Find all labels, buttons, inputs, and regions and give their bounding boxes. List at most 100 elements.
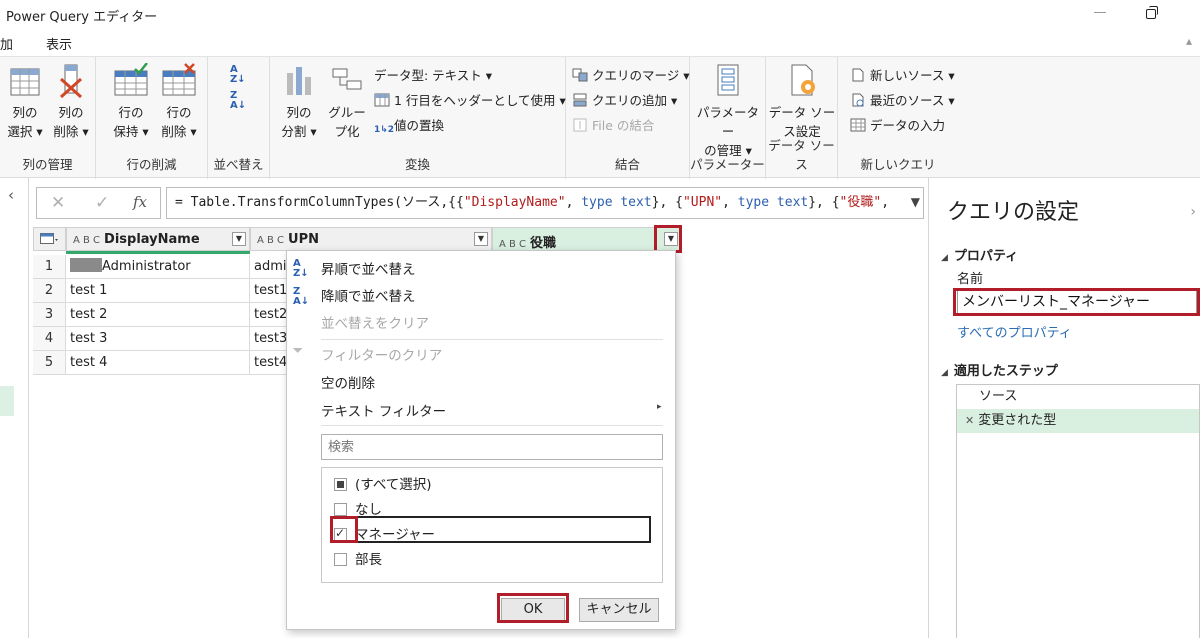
selected-query-marker xyxy=(0,386,14,416)
filter-dropdown-upn[interactable]: ▼ xyxy=(474,232,488,246)
remove-columns-button[interactable]: 列の 削除 ▾ xyxy=(50,63,92,141)
properties-header[interactable]: ◢ プロパティ xyxy=(941,245,1018,264)
applied-steps-list: ソース ✕ 変更された型 xyxy=(956,384,1200,638)
sort-ascending-icon: A Z↓ xyxy=(230,64,246,85)
filter-dropdown-role[interactable]: ▼ xyxy=(664,232,678,246)
formula-bar: ✕ ✓ fx = Table.TransformColumnTypes(ソース,… xyxy=(36,187,926,219)
expand-queries-icon[interactable]: ‹ xyxy=(8,186,14,204)
column-header-displayname[interactable]: A B C DisplayName ▼ xyxy=(66,227,250,251)
menu-clear-sort[interactable]: 並べ替えをクリア xyxy=(321,312,429,332)
keep-rows-button[interactable]: 行の 保持 ▾ xyxy=(110,62,152,141)
data-source-settings-button[interactable]: データ ソー ス設定 xyxy=(768,63,836,141)
menu-separator xyxy=(321,339,663,340)
parameters-icon xyxy=(710,63,746,99)
combine-files-icon xyxy=(572,118,588,132)
step-source[interactable]: ソース xyxy=(957,385,1199,409)
collapse-settings-icon[interactable]: › xyxy=(1190,204,1196,220)
cancel-icon[interactable]: ✕ xyxy=(51,193,65,213)
combine-files-button[interactable]: File の結合 xyxy=(572,115,654,134)
query-name-input[interactable]: メンバーリスト_マネージャー xyxy=(957,290,1197,314)
commit-icon[interactable]: ✓ xyxy=(95,193,109,213)
sort-ascending-button[interactable]: A Z↓ xyxy=(230,65,246,85)
menu-remove-empty[interactable]: 空の削除 xyxy=(321,372,375,392)
ok-button[interactable]: OK xyxy=(501,598,565,622)
group-combine: クエリのマージ ▾ クエリの追加 ▾ File の結合 結合 xyxy=(566,57,690,179)
column-header-upn[interactable]: A B C UPN ▼ xyxy=(250,227,492,251)
cell-displayname[interactable]: test 2 xyxy=(66,303,250,327)
redacted-block xyxy=(70,258,102,272)
menu-sort-ascending[interactable]: 昇順で並べ替え xyxy=(321,258,416,278)
split-column-button[interactable]: 列の 分割 ▾ xyxy=(278,63,320,141)
sort-descending-button[interactable]: Z A↓ xyxy=(230,91,246,111)
merge-queries-button[interactable]: クエリのマージ ▾ xyxy=(572,65,690,84)
fx-icon[interactable]: fx xyxy=(133,193,147,211)
checkbox[interactable] xyxy=(334,553,347,566)
group-new-query: 新しいソース ▾ 最近のソース ▾ データの入力 新しいクエリ xyxy=(838,57,958,179)
menu-separator xyxy=(321,425,663,426)
formula-input[interactable]: = Table.TransformColumnTypes(ソース,{{"Disp… xyxy=(166,187,924,219)
column-header-role[interactable]: A B C 役職 ▼ xyxy=(492,227,682,251)
tab-add-column[interactable]: 加 xyxy=(0,34,13,53)
minimize-button[interactable] xyxy=(1094,12,1106,13)
table-menu-button[interactable] xyxy=(33,227,66,251)
menu-clear-filter[interactable]: フィルターのクリア xyxy=(321,344,442,364)
group-parameters: パラメーター の管理 ▾ パラメーター xyxy=(690,57,766,179)
remove-rows-button[interactable]: 行の 削除 ▾ xyxy=(158,63,200,141)
data-type-button[interactable]: データ型: テキスト ▾ xyxy=(374,65,492,84)
recent-sources-button[interactable]: 最近のソース ▾ xyxy=(850,90,955,109)
new-source-button[interactable]: 新しいソース ▾ xyxy=(850,65,955,84)
collapse-triangle-icon: ◢ xyxy=(941,368,948,378)
cell-displayname[interactable]: test 4 xyxy=(66,351,250,375)
manage-parameters-button[interactable]: パラメーター の管理 ▾ xyxy=(692,63,764,160)
remove-rows-icon xyxy=(161,63,197,99)
cell-displayname[interactable]: Administrator xyxy=(66,255,250,279)
expand-formula-icon[interactable]: ▼ xyxy=(911,195,920,209)
filter-dropdown-displayname[interactable]: ▼ xyxy=(232,232,246,246)
use-first-row-button[interactable]: 1 行目をヘッダーとして使用 ▾ xyxy=(374,90,566,109)
choose-columns-button[interactable]: 列の 選択 ▾ xyxy=(4,63,46,141)
replace-values-button[interactable]: 1↳2値の置換 xyxy=(374,115,444,139)
append-queries-button[interactable]: クエリの追加 ▾ xyxy=(572,90,677,109)
sort-ascending-icon: A Z↓ xyxy=(293,258,309,279)
menu-text-filters[interactable]: テキスト フィルター xyxy=(321,400,446,420)
keep-rows-icon xyxy=(113,62,149,99)
cell-upn[interactable]: test2 xyxy=(250,303,290,327)
cell-displayname[interactable]: test 1 xyxy=(66,279,250,303)
cell-displayname[interactable]: test 3 xyxy=(66,327,250,351)
all-properties-link[interactable]: すべてのプロパティ xyxy=(957,322,1072,341)
value-none[interactable]: なし xyxy=(334,498,382,518)
menu-sort-descending[interactable]: 降順で並べ替え xyxy=(321,285,416,305)
restore-button[interactable] xyxy=(1146,6,1158,19)
query-settings-pane: クエリの設定 › ◢ プロパティ 名前 メンバーリスト_マネージャー すべてのプロ… xyxy=(928,178,1200,638)
append-icon xyxy=(572,93,588,107)
checkbox[interactable] xyxy=(334,503,347,516)
column-quality-bar xyxy=(66,251,250,254)
tab-view[interactable]: 表示 xyxy=(46,34,72,53)
ribbon: 列の 選択 ▾ 列の 削除 ▾ 列の管理 行の 保持 ▾ 行の 削除 ▾ 行の削… xyxy=(0,56,1200,179)
group-label-transform: 変換 xyxy=(404,157,430,172)
cell-upn[interactable]: test3 xyxy=(250,327,290,351)
value-manager[interactable]: マネージャー xyxy=(334,523,435,543)
checkbox[interactable] xyxy=(334,526,347,541)
queries-pane: ‹ xyxy=(0,178,29,638)
clear-filter-icon: ⏷ xyxy=(293,343,303,357)
formula-bar-buttons: ✕ ✓ fx xyxy=(36,187,161,219)
cancel-button[interactable]: キャンセル xyxy=(579,598,659,622)
cell-upn[interactable]: test4 xyxy=(250,351,290,375)
delete-step-icon[interactable]: ✕ xyxy=(965,414,974,427)
checkbox[interactable] xyxy=(334,478,347,491)
value-department-head[interactable]: 部長 xyxy=(334,548,382,568)
value-select-all[interactable]: (すべて選択) xyxy=(334,473,432,493)
step-changed-type[interactable]: ✕ 変更された型 xyxy=(957,409,1199,433)
data-source-settings-icon xyxy=(784,63,820,99)
group-reduce-rows: 行の 保持 ▾ 行の 削除 ▾ 行の削減 xyxy=(96,57,208,179)
cell-upn[interactable]: test1 xyxy=(250,279,290,303)
cell-upn[interactable]: admi xyxy=(250,255,290,279)
enter-data-button[interactable]: データの入力 xyxy=(850,115,945,134)
collapse-ribbon-icon[interactable]: ▴ xyxy=(1186,34,1192,48)
new-source-icon xyxy=(850,68,866,82)
group-by-button[interactable]: グルー プ化 xyxy=(326,63,368,141)
applied-steps-header[interactable]: ◢ 適用したステップ xyxy=(941,360,1058,379)
text-type-icon: A B C xyxy=(257,235,285,246)
filter-search-input[interactable] xyxy=(321,434,663,460)
